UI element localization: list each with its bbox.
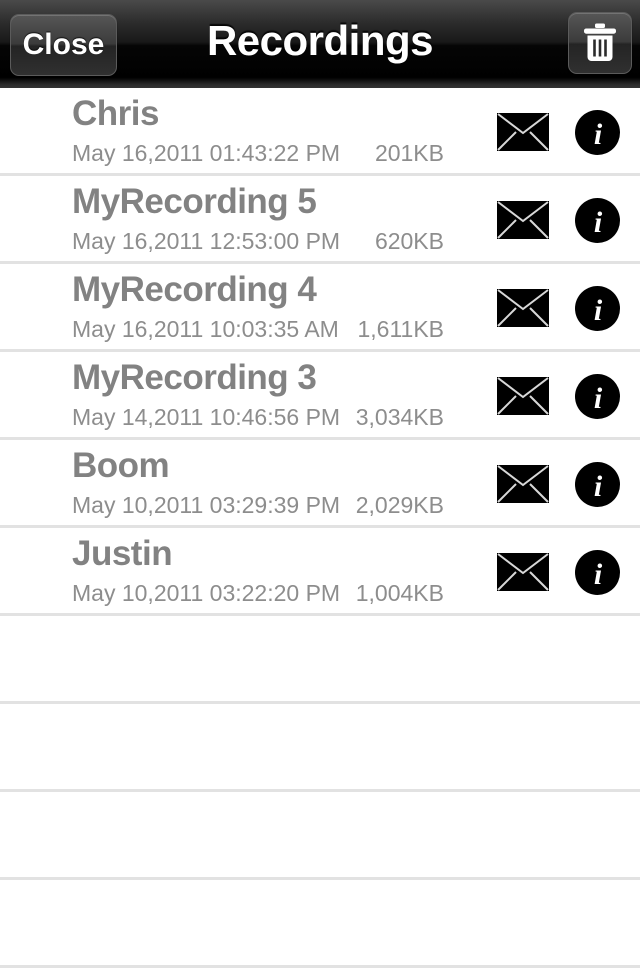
recording-name: MyRecording 5 [72,182,317,221]
info-button[interactable]: i [575,373,620,419]
recording-info: Boom May 10,2011 03:29:39 PM 2,029KB [72,440,444,528]
mail-button[interactable] [497,113,549,151]
mail-button[interactable] [497,465,549,503]
recordings-list[interactable]: Chris May 16,2011 01:43:22 PM 201KB i MyReco… [0,88,640,968]
recording-actions: i [497,352,620,440]
mail-button[interactable] [497,201,549,239]
info-circle-icon: i [575,549,620,595]
recording-size: 620KB [374,228,444,254]
svg-text:i: i [594,118,603,151]
mail-envelope-icon [497,377,549,415]
recording-meta: May 10,2011 03:29:39 PM 2,029KB [72,492,444,520]
mail-envelope-icon [497,201,549,239]
recording-meta: May 16,2011 10:03:35 AM 1,611KB [72,316,444,344]
recording-info: MyRecording 3 May 14,2011 10:46:56 PM 3,03… [72,352,444,440]
recording-meta: May 16,2011 12:53:00 PM 620KB [72,228,444,256]
recording-row[interactable]: Boom May 10,2011 03:29:39 PM 2,029KB i [0,440,640,528]
recording-name: Chris [72,94,159,133]
recording-name: Justin [72,534,173,573]
recording-row[interactable]: Chris May 16,2011 01:43:22 PM 201KB i [0,88,640,176]
trash-icon [584,23,616,61]
recording-size: 2,029KB [355,492,444,518]
recording-info: MyRecording 5 May 16,2011 12:53:00 PM 620K… [72,176,444,264]
recordings-screen: Close Recordings Chris May 16,2011 01:43:… [0,0,640,968]
info-button[interactable]: i [575,197,620,243]
empty-row [0,704,640,792]
recording-meta: May 10,2011 03:22:20 PM 1,004KB [72,580,444,608]
info-circle-icon: i [575,285,620,331]
info-circle-icon: i [575,197,620,243]
mail-envelope-icon [497,113,549,151]
svg-text:i: i [594,558,603,591]
recording-date: May 16,2011 01:43:22 PM [72,140,341,166]
recording-info: MyRecording 4 May 16,2011 10:03:35 AM 1,61… [72,264,444,352]
empty-row [0,792,640,880]
info-button[interactable]: i [575,549,620,595]
recording-name: Boom [72,446,170,485]
recording-actions: i [497,176,620,264]
info-circle-icon: i [575,373,620,419]
recording-info: Chris May 16,2011 01:43:22 PM 201KB [72,88,444,176]
recording-row[interactable]: MyRecording 5 May 16,2011 12:53:00 PM 620K… [0,176,640,264]
delete-button[interactable] [568,12,632,74]
mail-button[interactable] [497,553,549,591]
recording-actions: i [497,528,620,616]
recording-info: Justin May 10,2011 03:22:20 PM 1,004KB [72,528,444,616]
mail-envelope-icon [497,553,549,591]
mail-button[interactable] [497,377,549,415]
info-circle-icon: i [575,109,620,155]
recording-size: 1,004KB [355,580,444,606]
recording-size: 3,034KB [355,404,444,430]
navigation-bar: Close Recordings [0,0,640,88]
info-circle-icon: i [575,461,620,507]
svg-text:i: i [594,206,603,239]
recording-date: May 10,2011 03:22:20 PM [72,580,341,606]
mail-envelope-icon [497,289,549,327]
empty-row [0,616,640,704]
recording-actions: i [497,88,620,176]
recording-date: May 16,2011 12:53:00 PM [72,228,341,254]
recording-size: 1,611KB [357,316,444,342]
recording-date: May 10,2011 03:29:39 PM [72,492,341,518]
svg-text:i: i [594,294,603,327]
svg-text:i: i [594,470,603,503]
recording-date: May 14,2011 10:46:56 PM [72,404,341,430]
recording-date: May 16,2011 10:03:35 AM [72,316,339,342]
mail-envelope-icon [497,465,549,503]
page-title: Recordings [206,17,434,64]
empty-row [0,880,640,968]
mail-button[interactable] [497,289,549,327]
info-button[interactable]: i [575,461,620,507]
svg-text:i: i [594,382,603,415]
info-button[interactable]: i [575,109,620,155]
recording-name: MyRecording 4 [72,270,317,309]
info-button[interactable]: i [575,285,620,331]
recording-row[interactable]: MyRecording 3 May 14,2011 10:46:56 PM 3,03… [0,352,640,440]
recording-row[interactable]: Justin May 10,2011 03:22:20 PM 1,004KB i [0,528,640,616]
recording-row[interactable]: MyRecording 4 May 16,2011 10:03:35 AM 1,61… [0,264,640,352]
recording-size: 201KB [374,140,444,166]
recording-actions: i [497,440,620,528]
recording-meta: May 16,2011 01:43:22 PM 201KB [72,140,444,168]
recording-name: MyRecording 3 [72,358,317,397]
recording-meta: May 14,2011 10:46:56 PM 3,034KB [72,404,444,432]
recording-actions: i [497,264,620,352]
